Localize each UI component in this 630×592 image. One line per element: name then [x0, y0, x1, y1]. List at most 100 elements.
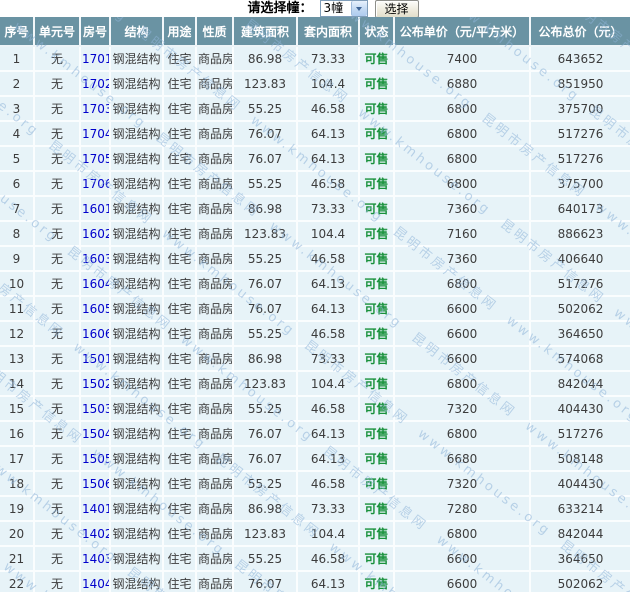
room-number-link[interactable]: 1703	[80, 96, 111, 122]
cell-unit-price: 6600	[394, 571, 531, 592]
cell-unit-price: 6800	[394, 421, 531, 447]
room-number-link[interactable]: 1705	[80, 146, 111, 172]
status-badge: 可售	[359, 271, 395, 297]
room-number-link[interactable]: 1606	[80, 321, 111, 347]
cell-total-price: 364650	[530, 321, 630, 347]
column-header: 公布单价（元/平方米）	[394, 17, 531, 47]
cell-unit-price: 6800	[394, 121, 531, 147]
room-number-link[interactable]: 1501	[80, 346, 111, 372]
cell-structure: 钢混结构	[110, 346, 164, 372]
cell-nature: 商品房	[196, 146, 234, 172]
status-badge: 可售	[359, 221, 395, 247]
room-number-link[interactable]: 1702	[80, 71, 111, 97]
cell-unit-number: 无	[34, 321, 81, 347]
cell-inner-area: 46.58	[297, 171, 360, 197]
select-building-label: 请选择幢：	[247, 1, 313, 16]
cell-usage: 住宅	[163, 496, 197, 522]
select-button[interactable]: 选择	[374, 0, 419, 18]
cell-nature: 商品房	[196, 371, 234, 397]
cell-nature: 商品房	[196, 521, 234, 547]
column-header: 建筑面积	[233, 17, 298, 47]
cell-unit-number: 无	[34, 246, 81, 272]
room-number-link[interactable]: 1504	[80, 421, 111, 447]
cell-inner-area: 46.58	[297, 246, 360, 272]
status-badge: 可售	[359, 121, 395, 147]
cell-floor-area: 86.98	[233, 46, 298, 72]
cell-inner-area: 46.58	[297, 471, 360, 497]
cell-structure: 钢混结构	[110, 146, 164, 172]
building-select[interactable]: 3幢	[319, 0, 368, 17]
cell-unit-price: 7320	[394, 396, 531, 422]
cell-nature: 商品房	[196, 396, 234, 422]
cell-unit-price: 6800	[394, 521, 531, 547]
room-number-link[interactable]: 1505	[80, 446, 111, 472]
table-row: 21 无 1403 钢混结构 住宅 商品房 55.25 46.58 可售 6600 364650	[0, 546, 630, 572]
cell-unit-price: 6800	[394, 371, 531, 397]
cell-floor-area: 55.25	[233, 96, 298, 122]
cell-serial: 22	[0, 571, 35, 592]
cell-floor-area: 86.98	[233, 196, 298, 222]
cell-nature: 商品房	[196, 471, 234, 497]
cell-total-price: 517276	[530, 121, 630, 147]
cell-serial: 9	[0, 246, 35, 272]
cell-structure: 钢混结构	[110, 271, 164, 297]
cell-usage: 住宅	[163, 396, 197, 422]
cell-unit-price: 6800	[394, 271, 531, 297]
room-number-link[interactable]: 1404	[80, 571, 111, 592]
cell-usage: 住宅	[163, 221, 197, 247]
room-number-link[interactable]: 1503	[80, 396, 111, 422]
cell-structure: 钢混结构	[110, 396, 164, 422]
cell-total-price: 502062	[530, 296, 630, 322]
cell-unit-number: 无	[34, 146, 81, 172]
status-badge: 可售	[359, 396, 395, 422]
room-number-link[interactable]: 1601	[80, 196, 111, 222]
room-number-link[interactable]: 1706	[80, 171, 111, 197]
cell-total-price: 508148	[530, 446, 630, 472]
status-badge: 可售	[359, 46, 395, 72]
cell-serial: 20	[0, 521, 35, 547]
cell-unit-number: 无	[34, 121, 81, 147]
cell-total-price: 842044	[530, 521, 630, 547]
cell-usage: 住宅	[163, 371, 197, 397]
cell-unit-number: 无	[34, 271, 81, 297]
cell-floor-area: 123.83	[233, 521, 298, 547]
room-number-link[interactable]: 1506	[80, 471, 111, 497]
cell-floor-area: 123.83	[233, 371, 298, 397]
cell-unit-number: 无	[34, 471, 81, 497]
room-number-link[interactable]: 1604	[80, 271, 111, 297]
cell-total-price: 364650	[530, 546, 630, 572]
cell-inner-area: 46.58	[297, 546, 360, 572]
cell-usage: 住宅	[163, 71, 197, 97]
room-number-link[interactable]: 1605	[80, 296, 111, 322]
room-number-link[interactable]: 1502	[80, 371, 111, 397]
cell-floor-area: 55.25	[233, 471, 298, 497]
cell-total-price: 633214	[530, 496, 630, 522]
room-number-link[interactable]: 1704	[80, 121, 111, 147]
table-row: 1 无 1701 钢混结构 住宅 商品房 86.98 73.33 可售 7400 643652	[0, 46, 630, 72]
status-badge: 可售	[359, 171, 395, 197]
room-number-link[interactable]: 1402	[80, 521, 111, 547]
cell-usage: 住宅	[163, 296, 197, 322]
cell-serial: 8	[0, 221, 35, 247]
room-number-link[interactable]: 1403	[80, 546, 111, 572]
column-header: 序号	[0, 17, 35, 47]
cell-usage: 住宅	[163, 121, 197, 147]
cell-floor-area: 55.25	[233, 546, 298, 572]
room-number-link[interactable]: 1603	[80, 246, 111, 272]
cell-unit-price: 6800	[394, 146, 531, 172]
cell-unit-number: 无	[34, 521, 81, 547]
cell-unit-price: 6600	[394, 321, 531, 347]
cell-total-price: 517276	[530, 271, 630, 297]
cell-usage: 住宅	[163, 321, 197, 347]
cell-serial: 4	[0, 121, 35, 147]
cell-nature: 商品房	[196, 321, 234, 347]
room-number-link[interactable]: 1401	[80, 496, 111, 522]
cell-total-price: 574068	[530, 346, 630, 372]
room-number-link[interactable]: 1701	[80, 46, 111, 72]
room-number-link[interactable]: 1602	[80, 221, 111, 247]
chevron-down-icon[interactable]	[350, 1, 367, 16]
cell-serial: 10	[0, 271, 35, 297]
table-row: 8 无 1602 钢混结构 住宅 商品房 123.83 104.4 可售 7160 886623	[0, 221, 630, 247]
cell-usage: 住宅	[163, 146, 197, 172]
column-header: 用途	[163, 17, 197, 47]
